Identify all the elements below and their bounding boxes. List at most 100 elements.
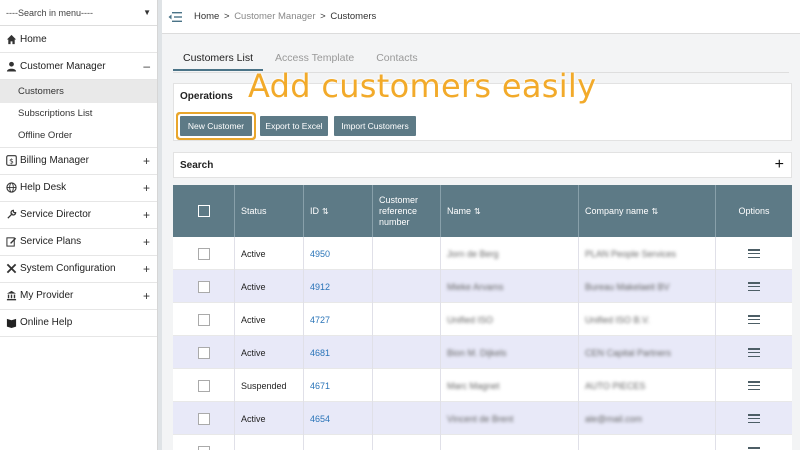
reference-cell: [373, 303, 441, 336]
table-row[interactable]: Active 4654 Vincent de Brent ale@mail.com: [173, 402, 792, 435]
row-checkbox[interactable]: [197, 247, 210, 260]
row-checkbox[interactable]: [197, 445, 210, 450]
table-row[interactable]: Active 4912 Mieke Arvams Bureau Makelaeit B…: [173, 270, 792, 303]
expand-toggle[interactable]: +: [143, 235, 150, 249]
options-cell[interactable]: [716, 402, 792, 435]
sidebar-subitem-offline-order[interactable]: Offline Order: [0, 125, 157, 148]
expand-plus-icon[interactable]: +: [775, 153, 784, 177]
select-all-checkbox-cell[interactable]: [173, 185, 235, 237]
table-row[interactable]: Active 4727 Unified ISO Unified ISO B.V.: [173, 303, 792, 336]
collapse-toggle[interactable]: –: [143, 59, 150, 73]
hamburger-menu-icon[interactable]: [748, 348, 760, 357]
breadcrumb-section[interactable]: Customer Manager: [234, 11, 315, 22]
export-to-excel-button[interactable]: Export to Excel: [260, 116, 328, 136]
select-all-checkbox[interactable]: [197, 205, 210, 217]
customer-id-link[interactable]: [304, 435, 373, 450]
customer-id-link[interactable]: 4654: [304, 402, 373, 435]
sort-icon[interactable]: ⇅: [652, 206, 659, 217]
expand-toggle[interactable]: +: [143, 262, 150, 276]
breadcrumb-home[interactable]: Home: [194, 11, 219, 22]
svg-text:$: $: [9, 156, 14, 165]
import-customers-button[interactable]: Import Customers: [334, 116, 416, 136]
sidebar-item-label: Help Desk: [20, 182, 67, 193]
expand-toggle[interactable]: +: [143, 289, 150, 303]
header-company[interactable]: Company name ⇅: [579, 185, 716, 237]
row-checkbox[interactable]: [197, 379, 210, 392]
reference-cell: [373, 435, 441, 450]
hamburger-menu-icon[interactable]: [748, 414, 760, 423]
hamburger-menu-icon[interactable]: [748, 249, 760, 258]
header-id[interactable]: ID ⇅: [304, 185, 373, 237]
reference-cell: [373, 402, 441, 435]
expand-toggle[interactable]: +: [143, 181, 150, 195]
table-row[interactable]: Active 4681 Bion M. Dijkels CEN Capital Par…: [173, 336, 792, 369]
hamburger-menu-icon[interactable]: [748, 315, 760, 324]
options-cell[interactable]: [716, 369, 792, 402]
main-content: Customers List Access Template Contacts …: [162, 34, 800, 450]
expand-toggle[interactable]: +: [143, 208, 150, 222]
sidebar-subitem-subscriptions-list[interactable]: Subscriptions List: [0, 103, 157, 126]
sidebar-item-billing-manager[interactable]: $ Billing Manager +: [0, 148, 157, 175]
tools-icon: [6, 263, 17, 274]
customer-id-link[interactable]: 4681: [304, 336, 373, 369]
customer-id-link[interactable]: 4671: [304, 369, 373, 402]
globe-icon: [6, 182, 17, 193]
row-checkbox[interactable]: [197, 280, 210, 293]
sidebar-item-label: Service Director: [20, 209, 92, 220]
row-checkbox[interactable]: [197, 346, 210, 359]
hamburger-menu-icon[interactable]: [748, 282, 760, 291]
options-cell[interactable]: [716, 435, 792, 450]
row-checkbox-cell[interactable]: [173, 402, 235, 435]
sidebar: ----Search in menu---- ▼ Home Customer M…: [0, 0, 158, 450]
row-checkbox-cell[interactable]: [173, 237, 235, 270]
table-row[interactable]: [173, 435, 792, 450]
status-cell: Suspended: [235, 369, 304, 402]
row-checkbox-cell[interactable]: [173, 270, 235, 303]
row-checkbox-cell[interactable]: [173, 369, 235, 402]
row-checkbox[interactable]: [197, 412, 210, 425]
header-status: Status: [235, 185, 304, 237]
sidebar-item-home[interactable]: Home: [0, 26, 157, 53]
sidebar-item-customer-manager[interactable]: Customer Manager –: [0, 53, 157, 80]
wrench-icon: [6, 209, 17, 220]
status-cell: Active: [235, 402, 304, 435]
header-reference[interactable]: Customer reference number: [373, 185, 441, 237]
menu-search-dropdown[interactable]: ----Search in menu---- ▼: [0, 0, 157, 26]
row-checkbox-cell[interactable]: [173, 435, 235, 450]
sort-icon[interactable]: ⇅: [474, 206, 481, 217]
sidebar-item-system-configuration[interactable]: System Configuration +: [0, 256, 157, 283]
top-bar: Home > Customer Manager > Customers: [162, 0, 800, 34]
options-cell[interactable]: [716, 303, 792, 336]
company-name-cell: PLAN People Services: [585, 248, 677, 259]
dollar-icon: $: [6, 155, 17, 166]
sidebar-item-online-help[interactable]: Online Help: [0, 310, 157, 337]
customer-name-cell: Marc Magnet: [447, 380, 500, 391]
table-row[interactable]: Active 4950 Jorn de Berg PLAN People Servic…: [173, 237, 792, 270]
expand-toggle[interactable]: +: [143, 154, 150, 168]
row-checkbox-cell[interactable]: [173, 303, 235, 336]
options-cell[interactable]: [716, 336, 792, 369]
new-customer-button[interactable]: New Customer: [180, 116, 252, 136]
sidebar-item-service-director[interactable]: Service Director +: [0, 202, 157, 229]
promo-overlay-caption: Add customers easily: [248, 67, 597, 105]
customers-table: Status ID ⇅ Customer reference number Nam…: [173, 185, 792, 450]
sidebar-item-my-provider[interactable]: My Provider +: [0, 283, 157, 310]
search-panel[interactable]: Search +: [173, 152, 792, 178]
sidebar-item-help-desk[interactable]: Help Desk +: [0, 175, 157, 202]
options-cell[interactable]: [716, 270, 792, 303]
sidebar-item-service-plans[interactable]: Service Plans +: [0, 229, 157, 256]
sort-icon[interactable]: ⇅: [322, 206, 329, 217]
header-name[interactable]: Name ⇅: [441, 185, 579, 237]
sidebar-subitem-customers[interactable]: Customers: [0, 80, 157, 103]
customer-id-link[interactable]: 4950: [304, 237, 373, 270]
user-icon: [6, 61, 17, 72]
sidebar-toggle-icon[interactable]: [168, 11, 182, 23]
customer-id-link[interactable]: 4912: [304, 270, 373, 303]
customer-id-link[interactable]: 4727: [304, 303, 373, 336]
company-name-cell: Unified ISO B.V.: [585, 314, 650, 325]
options-cell[interactable]: [716, 237, 792, 270]
row-checkbox-cell[interactable]: [173, 336, 235, 369]
hamburger-menu-icon[interactable]: [748, 381, 760, 390]
row-checkbox[interactable]: [197, 313, 210, 326]
table-row[interactable]: Suspended 4671 Marc Magnet AUTO PIECES: [173, 369, 792, 402]
